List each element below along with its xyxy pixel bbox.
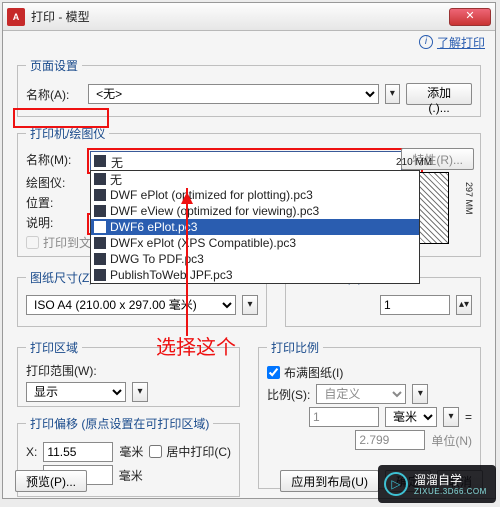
printer-name-label: 名称(M):: [26, 151, 84, 168]
print-range-select[interactable]: 显示: [26, 382, 126, 402]
location-label: 位置:: [26, 194, 84, 211]
titlebar: A 打印 - 模型 ✕: [3, 3, 495, 31]
fit-to-paper-label: 布满图纸(I): [284, 364, 343, 381]
window-title: 打印 - 模型: [31, 8, 449, 25]
scale-num1-input: [309, 407, 379, 427]
device-icon: [94, 253, 106, 265]
equals-label: =: [465, 410, 472, 424]
dropdown-icon[interactable]: ▾: [242, 295, 258, 315]
scale-legend: 打印比例: [267, 339, 323, 356]
offset-x-input[interactable]: [43, 442, 113, 462]
scale-unit2-label: 单位(N): [431, 432, 472, 449]
device-icon: [94, 173, 106, 185]
scale-num2-input: [355, 430, 425, 450]
dropdown-icon[interactable]: ▾: [385, 84, 401, 104]
center-print-label: 居中打印(C): [166, 443, 231, 460]
fit-to-paper-checkbox[interactable]: [267, 366, 280, 379]
print-range-label: 打印范围(W):: [26, 362, 231, 379]
app-icon: A: [7, 8, 25, 26]
watermark-sub: ZIXUE.3D66.COM: [414, 487, 487, 496]
paper-size-select[interactable]: ISO A4 (210.00 x 297.00 毫米): [26, 295, 236, 315]
page-setup-group: 页面设置 名称(A): <无> ▾ 添加(.)...: [17, 57, 481, 117]
offset-x-label: X:: [26, 445, 37, 459]
paper-height-label: 297 MM: [464, 182, 474, 215]
annotation-text: 选择这个: [156, 331, 236, 360]
page-name-label: 名称(A):: [26, 86, 82, 103]
scale-ratio-label: 比例(S):: [267, 386, 310, 403]
printer-option[interactable]: DWFx ePlot (XPS Compatible).pc3: [91, 235, 419, 251]
print-dialog: A 打印 - 模型 ✕ i 了解打印 页面设置 名称(A): <无> ▾ 添加(…: [2, 2, 496, 499]
paper-size-legend: 图纸尺寸(Z): [26, 269, 97, 286]
printer-option[interactable]: 无: [91, 171, 419, 187]
print-area-legend: 打印区域: [26, 339, 82, 356]
watermark-title: 溜溜自学: [414, 473, 487, 487]
offset-legend: 打印偏移 (原点设置在可打印区域): [26, 415, 213, 432]
scale-unit-select[interactable]: 毫米: [385, 407, 437, 427]
device-icon: [94, 205, 106, 217]
printer-option[interactable]: DWF ePlot (optimized for plotting).pc3: [91, 187, 419, 203]
device-icon: [94, 269, 106, 281]
preview-button[interactable]: 预览(P)...: [15, 470, 87, 492]
printer-option-selected[interactable]: DWF6 ePlot.pc3: [91, 219, 419, 235]
print-to-file-label: 打印到文: [43, 234, 91, 251]
info-icon: i: [419, 35, 433, 49]
printer-option[interactable]: DWF eView (optimized for viewing).pc3: [91, 203, 419, 219]
close-button[interactable]: ✕: [449, 8, 491, 26]
center-print-checkbox[interactable]: [149, 445, 162, 458]
spinner-icon[interactable]: ▴▾: [456, 295, 472, 315]
page-setup-legend: 页面设置: [26, 57, 82, 74]
printer-group: 打印机/绘图仪 名称(M): 无 ▾ 无 DWF ePlot (optimize…: [17, 125, 481, 257]
printer-dropdown: 无 DWF ePlot (optimized for plotting).pc3…: [90, 170, 420, 284]
printer-legend: 打印机/绘图仪: [26, 125, 109, 142]
apply-layout-button[interactable]: 应用到布局(U): [280, 470, 379, 492]
dropdown-icon[interactable]: ▾: [412, 384, 428, 404]
printer-option[interactable]: DWG To PDF.pc3: [91, 251, 419, 267]
info-bar: i 了解打印: [3, 31, 495, 53]
plotter-label: 绘图仪:: [26, 174, 84, 191]
description-label: 说明:: [26, 214, 84, 231]
dropdown-icon[interactable]: ▾: [443, 407, 459, 427]
watermark: ▷ 溜溜自学 ZIXUE.3D66.COM: [378, 465, 496, 503]
device-icon: [94, 189, 106, 201]
copies-input[interactable]: [380, 295, 450, 315]
printer-icon: [94, 155, 106, 167]
play-icon: ▷: [384, 472, 408, 496]
paper-width-label: 210 MM: [396, 157, 432, 168]
learn-print-link[interactable]: 了解打印: [437, 34, 485, 51]
print-to-file-checkbox: [26, 236, 39, 249]
device-icon: [94, 237, 106, 249]
device-icon: [94, 221, 106, 233]
add-page-setup-button[interactable]: 添加(.)...: [406, 83, 472, 105]
dropdown-icon[interactable]: ▾: [132, 382, 148, 402]
scale-ratio-select[interactable]: 自定义: [316, 384, 406, 404]
printer-selected-value: 无: [111, 154, 123, 171]
printer-option[interactable]: PublishToWeb JPF.pc3: [91, 267, 419, 283]
page-name-select[interactable]: <无>: [88, 84, 378, 104]
offset-x-unit: 毫米: [119, 443, 143, 460]
